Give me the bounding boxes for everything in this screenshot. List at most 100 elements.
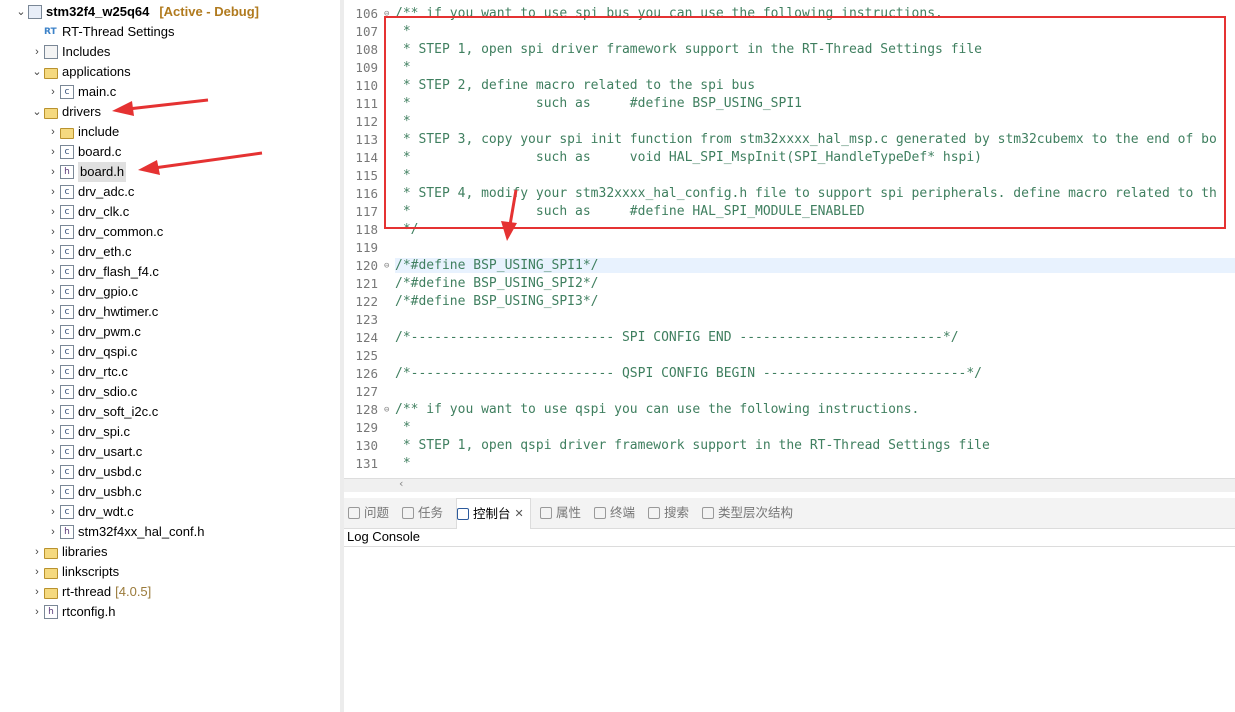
chevron-right-icon[interactable]: › xyxy=(46,282,60,302)
chevron-right-icon[interactable]: › xyxy=(46,322,60,342)
tree-item-drv-eth-c[interactable]: › c drv_eth.c xyxy=(46,242,131,262)
chevron-right-icon[interactable]: › xyxy=(46,122,60,142)
tree-item-drv-usbd-c[interactable]: › c drv_usbd.c xyxy=(46,462,142,482)
chevron-right-icon[interactable]: › xyxy=(30,562,44,582)
tree-item-libraries[interactable]: › libraries xyxy=(30,542,107,562)
code-line[interactable]: /*#define BSP_USING_SPI2*/ xyxy=(395,276,599,291)
tab-problems[interactable]: 问题 xyxy=(348,498,395,528)
chevron-right-icon[interactable]: › xyxy=(46,522,60,542)
tab-properties[interactable]: 属性 xyxy=(540,498,587,528)
code-editor[interactable]: 106 ⊖ 107 108 109 110 111 112 113 114 115 116 117 118… xyxy=(344,0,1235,492)
chevron-down-icon[interactable]: ⌄ xyxy=(30,102,44,122)
chevron-right-icon[interactable]: › xyxy=(46,302,60,322)
code-line[interactable]: * xyxy=(395,456,411,471)
chevron-right-icon[interactable]: › xyxy=(46,502,60,522)
chevron-right-icon[interactable]: › xyxy=(30,542,44,562)
chevron-right-icon[interactable]: › xyxy=(30,602,44,622)
chevron-right-icon[interactable]: › xyxy=(46,422,60,442)
chevron-right-icon[interactable]: › xyxy=(46,382,60,402)
chevron-down-icon[interactable]: ⌄ xyxy=(14,2,28,22)
scroll-left-icon[interactable]: ‹ xyxy=(398,477,405,490)
code-line[interactable]: /*-------------------------- SPI CONFIG … xyxy=(395,330,959,345)
tree-item-drv-flash-f4-c[interactable]: › c drv_flash_f4.c xyxy=(46,262,159,282)
chevron-right-icon[interactable]: › xyxy=(46,222,60,242)
fold-toggle-icon[interactable]: ⊖ xyxy=(384,261,389,271)
code-line[interactable]: * xyxy=(395,24,411,39)
code-line[interactable]: * such as #define HAL_SPI_MODULE_ENABLED xyxy=(395,204,865,219)
tree-item-drv-pwm-c[interactable]: › c drv_pwm.c xyxy=(46,322,141,342)
chevron-right-icon[interactable]: › xyxy=(30,582,44,602)
tab-terminal[interactable]: 终端 xyxy=(594,498,641,528)
code-line[interactable]: * such as #define BSP_USING_SPI1 xyxy=(395,96,802,111)
tab-type-hierarchy[interactable]: 类型层次结构 xyxy=(702,498,799,528)
code-line[interactable]: /*#define BSP_USING_SPI1*/ xyxy=(395,258,1235,273)
tree-item-drv-qspi-c[interactable]: › c drv_qspi.c xyxy=(46,342,137,362)
tree-item-linkscripts[interactable]: › linkscripts xyxy=(30,562,119,582)
code-line[interactable]: /*#define BSP_USING_SPI3*/ xyxy=(395,294,599,309)
code-line[interactable]: * STEP 4, modify your stm32xxxx_hal_conf… xyxy=(395,186,1217,201)
code-line[interactable]: * such as void HAL_SPI_MspInit(SPI_Handl… xyxy=(395,150,982,165)
tree-item-label: drv_flash_f4.c xyxy=(78,264,159,279)
code-line[interactable]: * STEP 1, open spi driver framework supp… xyxy=(395,42,982,57)
chevron-right-icon[interactable]: › xyxy=(46,342,60,362)
chevron-right-icon[interactable]: › xyxy=(46,482,60,502)
tree-item-drv-common-c[interactable]: › c drv_common.c xyxy=(46,222,163,242)
tree-item-rtconfig-h[interactable]: › h rtconfig.h xyxy=(30,602,115,622)
chevron-right-icon[interactable]: › xyxy=(46,442,60,462)
fold-toggle-icon[interactable]: ⊖ xyxy=(384,405,389,415)
chevron-right-icon[interactable]: › xyxy=(46,162,60,182)
code-line[interactable]: */ xyxy=(395,222,419,237)
tree-item-board-h[interactable]: › h board.h xyxy=(46,162,127,182)
tree-item-drv-usbh-c[interactable]: › c drv_usbh.c xyxy=(46,482,142,502)
code-line[interactable]: /** if you want to use qspi you can use … xyxy=(395,402,919,417)
code-line[interactable]: * xyxy=(395,114,411,129)
tree-project-row[interactable]: ⌄ stm32f4_w25q64 [Active - Debug] xyxy=(14,2,259,22)
close-icon[interactable]: ✕ xyxy=(515,499,524,529)
tree-item-includes[interactable]: › Includes xyxy=(30,42,110,62)
chevron-right-icon[interactable]: › xyxy=(46,182,60,202)
code-line[interactable]: /*-------------------------- QSPI CONFIG… xyxy=(395,366,982,381)
chevron-right-icon[interactable]: › xyxy=(46,82,60,102)
tree-item-rt-thread-settings[interactable]: RT RT-Thread Settings xyxy=(30,22,174,42)
tree-item-label: drv_sdio.c xyxy=(78,384,138,399)
tree-item-main-c[interactable]: › c main.c xyxy=(46,82,116,102)
tree-item-board-c[interactable]: › c board.c xyxy=(46,142,121,162)
code-line[interactable]: * STEP 1, open qspi driver framework sup… xyxy=(395,438,990,453)
code-line[interactable]: * STEP 3, copy your spi init function fr… xyxy=(395,132,1217,147)
chevron-right-icon[interactable]: › xyxy=(46,402,60,422)
tree-item-drv-wdt-c[interactable]: › c drv_wdt.c xyxy=(46,502,134,522)
tab-console[interactable]: 控制台 ✕ xyxy=(456,498,531,529)
tree-item-drv-soft-i2c-c[interactable]: › c drv_soft_i2c.c xyxy=(46,402,158,422)
chevron-down-icon[interactable]: ⌄ xyxy=(30,62,44,82)
chevron-right-icon[interactable]: › xyxy=(46,142,60,162)
tree-item-drv-clk-c[interactable]: › c drv_clk.c xyxy=(46,202,129,222)
chevron-right-icon[interactable]: › xyxy=(46,362,60,382)
chevron-right-icon[interactable]: › xyxy=(46,202,60,222)
fold-toggle-icon[interactable]: ⊖ xyxy=(384,9,389,19)
tab-tasks[interactable]: 任务 xyxy=(402,498,449,528)
chevron-right-icon[interactable]: › xyxy=(46,262,60,282)
horizontal-scrollbar[interactable]: ‹ xyxy=(344,477,1235,492)
tree-item-drv-gpio-c[interactable]: › c drv_gpio.c xyxy=(46,282,138,302)
chevron-right-icon[interactable]: › xyxy=(46,462,60,482)
chevron-right-icon[interactable]: › xyxy=(30,42,44,62)
tree-item-drv-adc-c[interactable]: › c drv_adc.c xyxy=(46,182,134,202)
tree-item-drv-usart-c[interactable]: › c drv_usart.c xyxy=(46,442,142,462)
console-title: Log Console xyxy=(347,529,420,544)
tree-item-drv-sdio-c[interactable]: › c drv_sdio.c xyxy=(46,382,137,402)
code-line[interactable]: * xyxy=(395,420,411,435)
code-line[interactable]: /** if you want to use spi bus you can u… xyxy=(395,6,943,21)
tree-item-rt-thread[interactable]: › rt-thread [4.0.5] xyxy=(30,582,151,602)
tab-search[interactable]: 搜索 xyxy=(648,498,695,528)
chevron-right-icon[interactable]: › xyxy=(46,242,60,262)
code-line[interactable]: * xyxy=(395,168,411,183)
tree-item-drv-spi-c[interactable]: › c drv_spi.c xyxy=(46,422,130,442)
tree-item-applications[interactable]: ⌄ applications xyxy=(30,62,130,82)
tree-item-drv-rtc-c[interactable]: › c drv_rtc.c xyxy=(46,362,128,382)
tree-item-stm32f4xx-hal-conf-h[interactable]: › h stm32f4xx_hal_conf.h xyxy=(46,522,204,542)
code-line[interactable]: * STEP 2, define macro related to the sp… xyxy=(395,78,755,93)
tree-item-include[interactable]: › include xyxy=(46,122,119,142)
code-line[interactable]: * xyxy=(395,60,411,75)
tree-item-drv-hwtimer-c[interactable]: › c drv_hwtimer.c xyxy=(46,302,158,322)
tree-item-drivers[interactable]: ⌄ drivers xyxy=(30,102,101,122)
